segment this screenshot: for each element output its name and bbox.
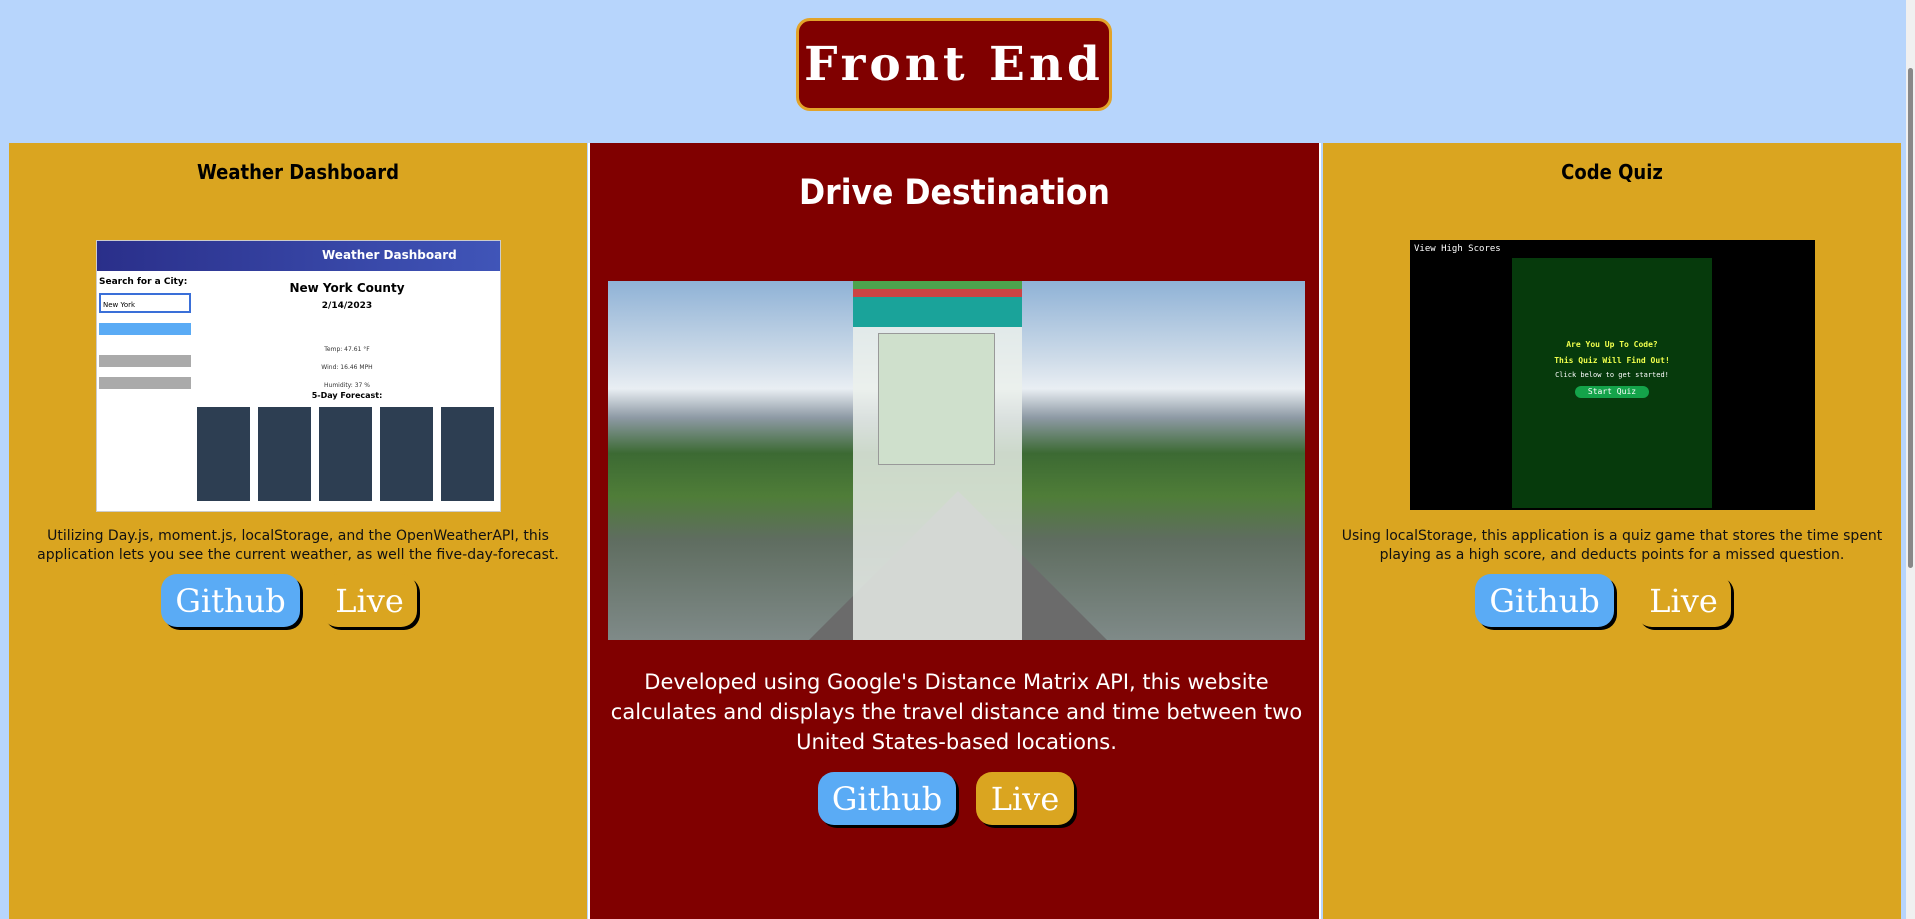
current-conditions: Temp: 47.61 °F Wind: 16.46 MPH Humidity:… bbox=[247, 341, 447, 395]
history-button bbox=[99, 377, 191, 389]
project-card-drive-destination: Drive Destination Developed using Google… bbox=[588, 143, 1321, 919]
origin-bar bbox=[853, 281, 1022, 289]
page-title-box: Front End bbox=[796, 18, 1112, 111]
map-panel bbox=[878, 333, 995, 465]
wind-line: Wind: 16.46 MPH bbox=[321, 364, 373, 371]
forecast-card bbox=[380, 407, 433, 501]
live-button[interactable]: Live bbox=[976, 772, 1074, 825]
forecast-card bbox=[258, 407, 311, 501]
project-title: Weather Dashboard bbox=[197, 160, 399, 184]
start-quiz-button: Start Quiz bbox=[1575, 386, 1649, 398]
project-title: Code Quiz bbox=[1561, 160, 1663, 184]
project-screenshot: View High Scores Are You Up To Code? Thi… bbox=[1410, 240, 1815, 510]
quiz-instructions: Click below to get started! bbox=[1555, 371, 1669, 379]
city-name: New York County bbox=[289, 281, 405, 295]
app-overlay bbox=[853, 281, 1022, 640]
live-button[interactable]: Live bbox=[322, 574, 417, 627]
search-input: New York bbox=[99, 293, 191, 313]
github-button[interactable]: Github bbox=[161, 574, 300, 627]
project-screenshot bbox=[608, 281, 1305, 640]
temp-line: Temp: 47.61 °F bbox=[324, 346, 370, 353]
forecast-days bbox=[197, 407, 497, 501]
quiz-heading: Are You Up To Code? bbox=[1566, 340, 1658, 349]
live-button[interactable]: Live bbox=[1636, 574, 1731, 627]
project-screenshot: Weather Dashboard Search for a City: New… bbox=[96, 240, 501, 512]
search-label: Search for a City: bbox=[99, 277, 188, 287]
distance-panel bbox=[853, 297, 1022, 327]
view-high-scores-link: View High Scores bbox=[1414, 244, 1501, 254]
forecast-card bbox=[441, 407, 494, 501]
page-scrollbar[interactable] bbox=[1906, 0, 1915, 919]
github-button[interactable]: Github bbox=[818, 772, 956, 825]
page-title: Front End bbox=[804, 37, 1104, 92]
scrollbar-thumb[interactable] bbox=[1908, 68, 1913, 568]
project-description: Utilizing Day.js, moment.js, localStorag… bbox=[37, 528, 559, 563]
github-button[interactable]: Github bbox=[1475, 574, 1614, 627]
project-card-code-quiz: Code Quiz View High Scores Are You Up To… bbox=[1323, 143, 1901, 919]
search-button bbox=[99, 323, 191, 335]
project-card-weather-dashboard: Weather Dashboard Weather Dashboard Sear… bbox=[9, 143, 587, 919]
forecast-card bbox=[319, 407, 372, 501]
app-header-bar: Weather Dashboard bbox=[97, 241, 500, 271]
forecast-label: 5-Day Forecast: bbox=[311, 391, 383, 400]
quiz-subheading: This Quiz Will Find Out! bbox=[1554, 356, 1670, 365]
history-button bbox=[99, 355, 191, 367]
project-title: Drive Destination bbox=[799, 173, 1110, 213]
project-description: Using localStorage, this application is … bbox=[1341, 528, 1883, 563]
destination-bar bbox=[853, 289, 1022, 297]
forecast-card bbox=[197, 407, 250, 501]
quiz-panel: Are You Up To Code? This Quiz Will Find … bbox=[1512, 258, 1712, 508]
current-date: 2/14/2023 bbox=[321, 301, 373, 311]
header: Front End bbox=[0, 0, 1915, 143]
app-header-title: Weather Dashboard bbox=[322, 248, 457, 262]
project-description: Developed using Google's Distance Matrix… bbox=[610, 670, 1303, 754]
